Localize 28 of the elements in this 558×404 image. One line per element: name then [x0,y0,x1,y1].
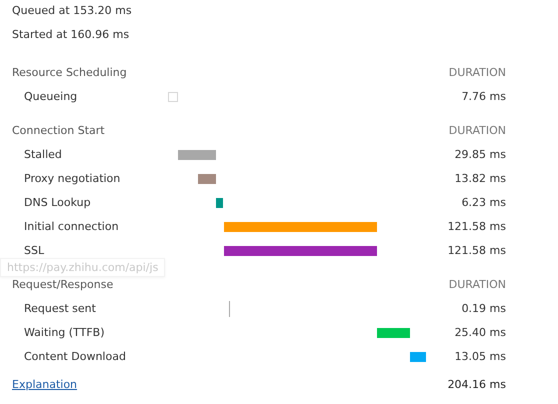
duration-value: 121.58 ms [448,219,506,235]
duration-heading: DURATION [448,277,506,293]
duration-heading: DURATION [448,123,506,139]
duration-value: 6.23 ms [462,195,506,211]
section-heading: Request/Response [12,277,114,293]
queued-time: Queued at 153.20 ms [12,4,132,17]
timing-label: Queueing [24,89,78,105]
duration-value: 7.76 ms [462,89,506,105]
duration-value: 29.85 ms [454,147,506,163]
duration-value: 121.58 ms [448,243,506,259]
timing-label: Proxy negotiation [24,171,122,187]
total-duration: 204.16 ms [448,378,506,391]
timing-label: Waiting (TTFB) [24,325,106,341]
section-heading: Resource Scheduling [12,65,128,81]
timing-label: SSL [24,243,46,259]
duration-value: 13.82 ms [454,171,506,187]
section-heading: Connection Start [12,123,106,139]
timing-label: Initial connection [24,219,120,235]
duration-value: 0.19 ms [462,301,506,317]
explanation-link[interactable]: Explanation [12,378,78,391]
started-time: Started at 160.96 ms [12,28,130,41]
duration-value: 25.40 ms [454,325,506,341]
timing-label: DNS Lookup [24,195,92,211]
timing-label: Content Download [24,349,127,365]
timing-label: Request sent [24,301,97,317]
timing-label: Stalled [24,147,63,163]
duration-heading: DURATION [448,65,506,81]
duration-value: 13.05 ms [454,349,506,365]
